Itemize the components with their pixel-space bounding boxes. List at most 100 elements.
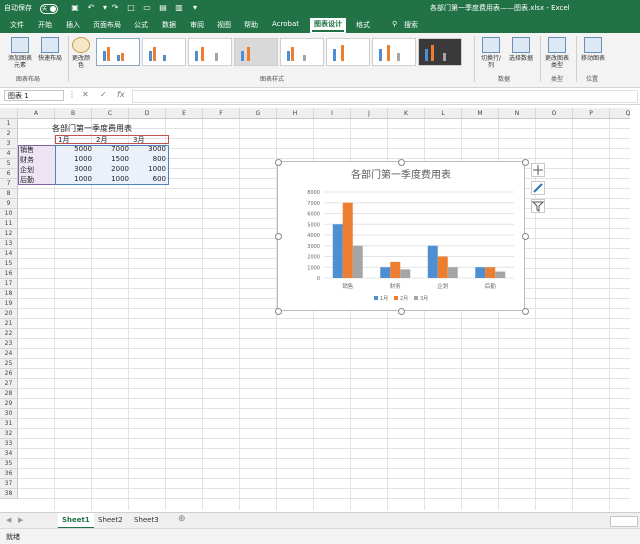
resize-handle[interactable] [522,233,529,240]
row-header[interactable]: 27 [0,379,18,389]
tab-acrobat[interactable]: Acrobat [272,20,299,28]
resize-handle[interactable] [398,159,405,166]
row-header[interactable]: 8 [0,189,18,199]
value-cell[interactable]: 7000 [93,145,129,153]
tell-me-icon[interactable]: ⚲ [392,20,397,28]
tab-data[interactable]: 数据 [162,20,176,30]
value-cell[interactable]: 3000 [56,165,92,173]
tab-help[interactable]: 帮助 [244,20,258,30]
row-header[interactable]: 36 [0,469,18,479]
row-header[interactable]: 26 [0,369,18,379]
chart-style-6[interactable] [326,38,370,66]
resize-handle[interactable] [275,233,282,240]
row-header[interactable]: 9 [0,199,18,209]
tab-file[interactable]: 文件 [10,20,24,30]
tab-page-layout[interactable]: 页面布局 [93,20,121,30]
row-header[interactable]: 11 [0,219,18,229]
row-header[interactable]: 3 [0,139,18,149]
open-file-icon[interactable]: ▭ [142,3,152,13]
tab-chart-design[interactable]: 图表设计 [310,18,346,33]
column-header[interactable]: I [314,108,351,119]
cancel-icon[interactable]: ✕ [82,90,89,99]
column-header[interactable]: Q [610,108,630,119]
row-header[interactable]: 34 [0,449,18,459]
horizontal-scrollbar[interactable] [610,516,638,527]
select-all-corner[interactable] [0,108,18,119]
undo-icon[interactable]: ↶ [86,3,96,13]
row-header[interactable]: 20 [0,309,18,319]
resize-handle[interactable] [522,159,529,166]
row-header[interactable]: 33 [0,439,18,449]
header-jan[interactable]: 1月 [58,135,69,145]
row-header[interactable]: 15 [0,259,18,269]
row-header[interactable]: 21 [0,319,18,329]
row-header[interactable]: 24 [0,349,18,359]
name-box[interactable]: 图表 1 [4,90,64,101]
value-cell[interactable]: 5000 [56,145,92,153]
scroll-right-icon[interactable]: ▶ [18,516,23,524]
row-header[interactable]: 23 [0,339,18,349]
select-data-button[interactable]: 选择数据 [508,37,534,62]
quick-layout-button[interactable]: 快速布局 [36,37,64,62]
row-header[interactable]: 7 [0,179,18,189]
add-chart-element-button[interactable]: 添加图表元素 [6,37,34,69]
row-header[interactable]: 32 [0,429,18,439]
enter-icon[interactable]: ✓ [100,90,107,99]
value-cell[interactable]: 1000 [130,165,166,173]
sheet-tab-2[interactable]: Sheet2 [94,513,127,527]
chart-style-1[interactable] [96,38,140,66]
column-header[interactable]: E [166,108,203,119]
row-header[interactable]: 14 [0,249,18,259]
print-preview-icon[interactable]: ▤ [158,3,168,13]
row-header[interactable]: 37 [0,479,18,489]
row-header[interactable]: 22 [0,329,18,339]
save-icon[interactable]: ▣ [70,3,80,13]
chart-filters-button[interactable] [531,199,545,213]
resize-handle[interactable] [275,159,282,166]
row-header[interactable]: 19 [0,299,18,309]
sheet-tab-1[interactable]: Sheet1 [58,513,94,529]
change-colors-button[interactable]: 更改颜色 [70,37,92,69]
dept-cell[interactable]: 销售 [20,145,34,155]
new-file-icon[interactable]: □ [126,3,136,13]
column-header[interactable]: C [92,108,129,119]
resize-handle[interactable] [398,308,405,315]
change-chart-type-button[interactable]: 更改图表类型 [544,37,570,69]
dept-cell[interactable]: 财务 [20,155,34,165]
tab-formulas[interactable]: 公式 [134,20,148,30]
value-cell[interactable]: 1000 [93,175,129,183]
row-header[interactable]: 12 [0,229,18,239]
chart-area[interactable]: 各部门第一季度费用表 0 1000 2000 3000 4000 5000 6000 7000 8… [277,161,525,311]
switch-row-column-button[interactable]: 切换行/列 [478,37,504,69]
chart-style-3[interactable] [188,38,232,66]
chart-style-5[interactable] [280,38,324,66]
row-header[interactable]: 38 [0,489,18,499]
row-header[interactable]: 4 [0,149,18,159]
customize-toolbar-icon[interactable]: ▾ [190,3,200,13]
resize-handle[interactable] [275,308,282,315]
chart-style-4[interactable] [234,38,278,66]
row-header[interactable]: 6 [0,169,18,179]
chart-style-2[interactable] [142,38,186,66]
row-header[interactable]: 28 [0,389,18,399]
row-header[interactable]: 31 [0,419,18,429]
chart-styles-button[interactable] [531,181,545,195]
chart-style-8[interactable] [418,38,462,66]
row-header[interactable]: 35 [0,459,18,469]
column-header[interactable]: M [462,108,499,119]
row-header[interactable]: 13 [0,239,18,249]
column-header[interactable]: K [388,108,425,119]
header-mar[interactable]: 3月 [133,135,144,145]
row-header[interactable]: 30 [0,409,18,419]
row-header[interactable]: 29 [0,399,18,409]
dept-cell[interactable]: 后勤 [20,175,34,185]
dept-cell[interactable]: 企划 [20,165,34,175]
redo-icon[interactable]: ↷ [110,3,120,13]
column-header[interactable]: B [55,108,92,119]
tell-me-search[interactable]: 搜索 [404,20,418,30]
value-cell[interactable]: 1000 [56,155,92,163]
row-header[interactable]: 10 [0,209,18,219]
column-header[interactable]: G [240,108,277,119]
chart-elements-button[interactable] [531,163,545,177]
formula-input[interactable] [132,90,638,103]
